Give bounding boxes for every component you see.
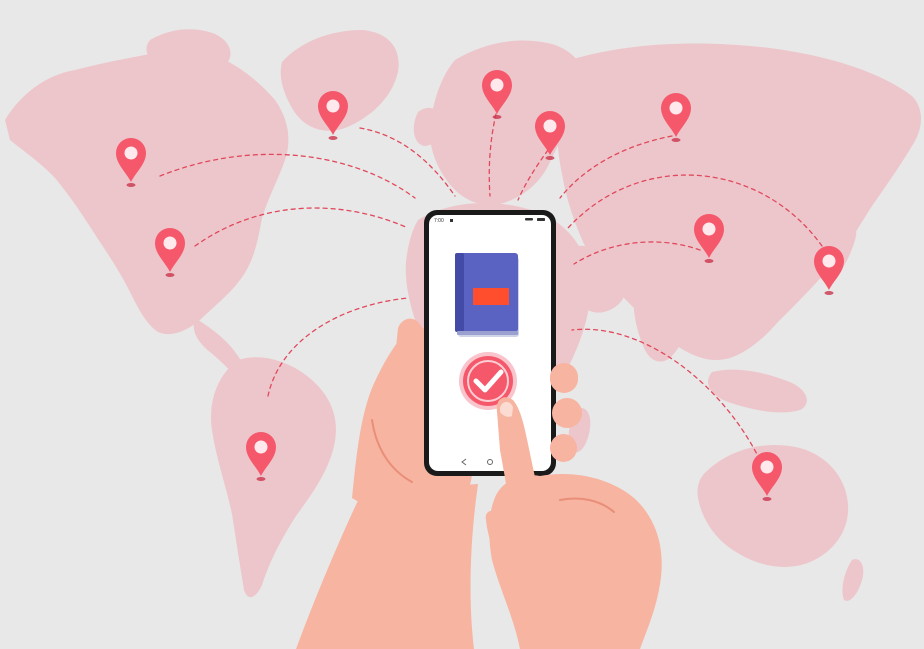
book-icon xyxy=(455,253,519,337)
left-finger-2 xyxy=(552,398,582,428)
left-finger-1 xyxy=(550,363,578,393)
book-spine xyxy=(455,253,464,332)
status-time: 7:00 xyxy=(434,218,444,224)
smartphone: 7:00 xyxy=(424,210,556,476)
left-finger-3 xyxy=(550,434,577,462)
world-map-phone-scene: 7:00 xyxy=(0,0,924,649)
book-page-edge xyxy=(457,331,518,335)
camera-notch xyxy=(525,218,533,221)
illustration: 7:00 xyxy=(0,0,924,649)
battery-icon xyxy=(537,218,545,221)
book-label xyxy=(473,288,509,305)
status-signal xyxy=(450,219,453,222)
left-thumb xyxy=(392,318,428,436)
